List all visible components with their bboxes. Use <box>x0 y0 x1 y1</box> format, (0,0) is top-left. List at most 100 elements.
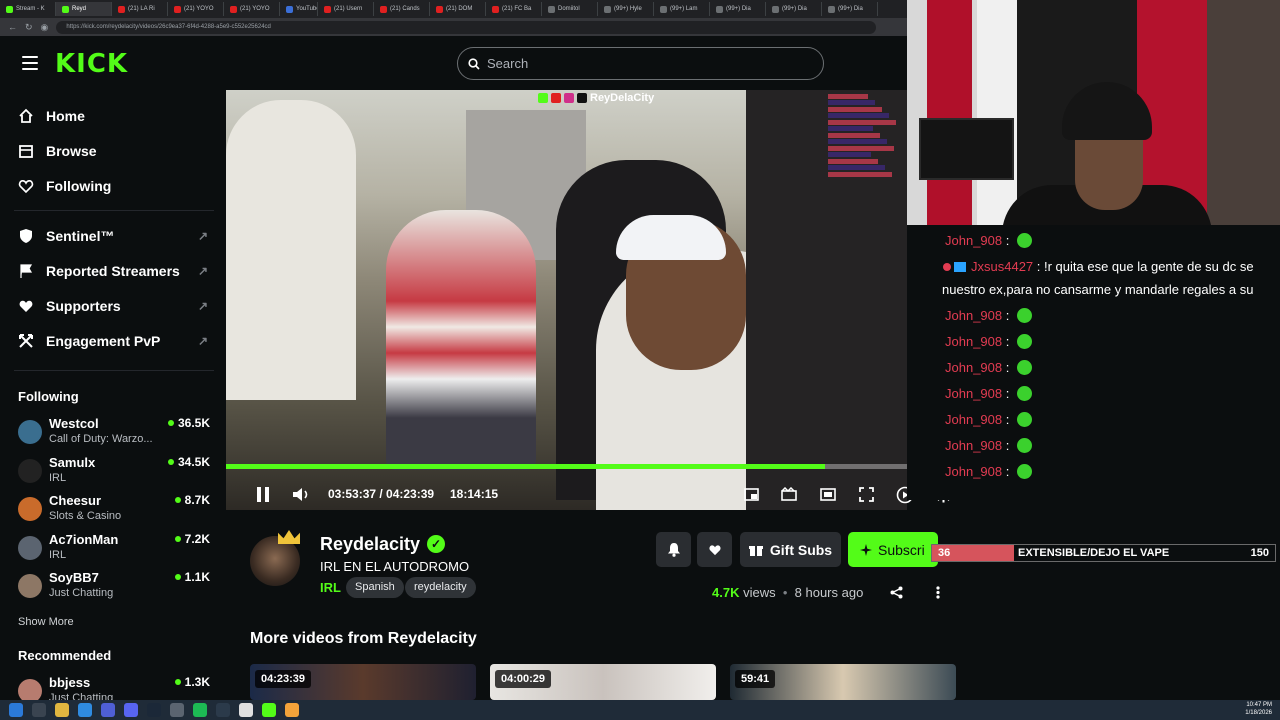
file-explorer-icon[interactable] <box>55 703 69 717</box>
browser-tab[interactable]: YouTube <box>280 2 318 16</box>
tab-favicon-icon <box>174 5 181 13</box>
site-info-icon[interactable]: ◉ <box>41 22 49 33</box>
browser-tab[interactable]: (99+) Lam <box>654 2 710 16</box>
tab-favicon-icon <box>660 5 667 13</box>
kick-app-icon[interactable] <box>262 703 276 717</box>
goal-label: EXTENSIBLE/DEJO EL VAPE <box>1018 547 1170 559</box>
sidebar-item-supporters[interactable]: Supporters ↗ <box>18 298 208 314</box>
browser-tab[interactable]: (99+) Dia <box>710 2 766 16</box>
browser-tab[interactable]: (21) FC Ba <box>486 2 542 16</box>
streamer-name[interactable]: Reydelacity <box>320 534 420 555</box>
tag-chip[interactable]: reydelacity <box>405 577 476 598</box>
video-thumbnail[interactable]: 04:23:39 <box>250 664 476 700</box>
tab-title: (99+) Lam <box>670 6 698 12</box>
channel-category: IRL <box>49 548 67 561</box>
heart-icon <box>708 545 721 556</box>
chat-username[interactable]: John_908 <box>945 360 1002 375</box>
tab-favicon-icon <box>380 5 387 13</box>
sidebar-item-browse[interactable]: Browse <box>18 143 208 159</box>
chat-username[interactable]: John_908 <box>945 464 1002 479</box>
browser-tab[interactable]: (21) DOM <box>430 2 486 16</box>
video-progress-bar[interactable] <box>226 464 907 469</box>
fullscreen-icon[interactable] <box>859 487 874 502</box>
terminal-icon[interactable] <box>216 703 230 717</box>
steam-icon[interactable] <box>147 703 161 717</box>
video-player[interactable]: ReyDelaCity <box>226 90 907 510</box>
channel-item[interactable]: Samulx IRL 34.5K <box>18 455 210 491</box>
channel-item[interactable]: Ac7ionMan IRL 7.2K <box>18 532 210 568</box>
chat-username[interactable]: John_908 <box>945 308 1002 323</box>
channel-item[interactable]: SoyBB7 Just Chatting 1.1K <box>18 570 210 606</box>
sidebar-item-following[interactable]: Following <box>18 178 208 194</box>
windows-start-icon[interactable] <box>9 703 23 717</box>
emote-icon <box>1016 334 1032 349</box>
miniplayer-icon[interactable] <box>744 488 759 501</box>
notification-button[interactable] <box>656 532 691 567</box>
theater-mode-icon[interactable] <box>820 488 836 501</box>
tab-favicon-icon <box>62 5 69 13</box>
sidebar-item-reported-streamers[interactable]: Reported Streamers ↗ <box>18 263 208 279</box>
chat-panel: John_908 : Jxsus4427 : !r quita ese que … <box>907 225 1280 500</box>
tab-favicon-icon <box>548 5 555 13</box>
browser-tab[interactable]: (99+) Dia <box>822 2 878 16</box>
volume-icon[interactable] <box>292 487 310 502</box>
browser-tab[interactable]: (21) LA Ri <box>112 2 168 16</box>
kick-icon <box>538 93 548 103</box>
discord-icon[interactable] <box>124 703 138 717</box>
kick-logo[interactable]: KICK <box>55 49 128 79</box>
follow-button[interactable] <box>697 532 732 567</box>
browser-tab[interactable]: (99+) Hyle <box>598 2 654 16</box>
chat-username[interactable]: John_908 <box>945 386 1002 401</box>
subscribe-button[interactable]: Subscri <box>848 532 938 567</box>
address-bar[interactable]: https://kick.com/reydelacity/videos/26c9… <box>56 20 877 34</box>
channel-viewers: 8.7K <box>175 493 210 507</box>
system-clock[interactable]: 10:47 PM 1/18/2026 <box>1245 701 1272 717</box>
pause-icon[interactable] <box>256 487 270 502</box>
video-thumbnail[interactable]: 59:41 <box>730 664 956 700</box>
video-thumbnail[interactable]: 04:00:29 <box>490 664 716 700</box>
stream-category[interactable]: IRL <box>320 580 341 595</box>
search-bar[interactable] <box>457 47 824 80</box>
gift-subs-button[interactable]: Gift Subs <box>740 532 841 567</box>
browser-tab[interactable]: Stream - K <box>0 2 56 16</box>
reload-icon[interactable]: ↻ <box>25 22 33 33</box>
teams-icon[interactable] <box>101 703 115 717</box>
chrome-icon[interactable] <box>239 703 253 717</box>
channel-item[interactable]: Westcol Call of Duty: Warzo... 36.5K <box>18 416 210 452</box>
back-icon[interactable]: ← <box>8 22 17 32</box>
menu-icon[interactable] <box>22 56 38 70</box>
sidebar-item-engagement-pvp[interactable]: Engagement PvP ↗ <box>18 333 208 349</box>
show-more-link[interactable]: Show More <box>18 616 74 628</box>
chat-username[interactable]: John_908 <box>945 412 1002 427</box>
browser-tab[interactable]: (21) YOYO <box>224 2 280 16</box>
browser-tab[interactable]: (21) Cands <box>374 2 430 16</box>
task-view-icon[interactable] <box>32 703 46 717</box>
search-input[interactable] <box>487 56 787 71</box>
browser-tab[interactable]: (99+) Dia <box>766 2 822 16</box>
chat-username[interactable]: Jxsus4427 <box>971 259 1033 274</box>
chat-username[interactable]: John_908 <box>945 438 1002 453</box>
share-icon[interactable] <box>890 586 903 599</box>
tiktok-icon <box>577 93 587 103</box>
emote-icon <box>1016 412 1032 427</box>
browser-tab[interactable]: (21) YOYO <box>168 2 224 16</box>
channel-name: Cheesur <box>49 493 102 508</box>
crown-icon <box>278 530 300 544</box>
chat-username[interactable]: John_908 <box>945 334 1002 349</box>
clip-icon[interactable] <box>781 487 797 501</box>
tag-chip[interactable]: Spanish <box>346 577 404 598</box>
external-link-icon: ↗ <box>197 334 208 348</box>
chat-username[interactable]: John_908 <box>945 233 1002 248</box>
browser-tab[interactable]: Domiitol <box>542 2 598 16</box>
app-icon[interactable] <box>285 703 299 717</box>
spotify-icon[interactable] <box>193 703 207 717</box>
pen-icon[interactable] <box>170 703 184 717</box>
edge-icon[interactable] <box>78 703 92 717</box>
browser-tab[interactable]: Reyd <box>56 2 112 16</box>
more-options-icon[interactable] <box>936 586 940 599</box>
browser-tab[interactable]: (21) Usern <box>318 2 374 16</box>
sidebar-item-sentinel[interactable]: Sentinel™ ↗ <box>18 228 208 244</box>
channel-item[interactable]: Cheesur Slots & Casino 8.7K <box>18 493 210 529</box>
sidebar-item-home[interactable]: Home <box>18 108 208 124</box>
webcam-overlay <box>907 0 1280 225</box>
